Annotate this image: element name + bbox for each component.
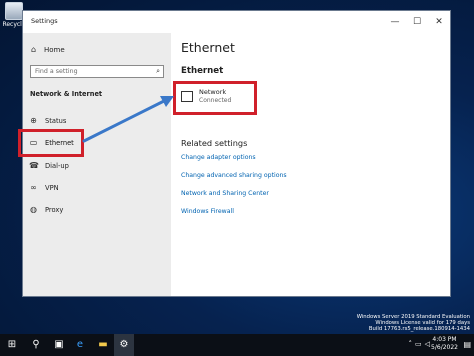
network-tray-icon[interactable]: ▭ <box>415 340 422 348</box>
settings-icon[interactable]: ⚙ <box>114 334 134 356</box>
taskbar: ⊞ ⚲ ▣ e ▬ ⚙ ˄ ▭ ◁ 4:03 PM 5/6/2022 ▤ <box>0 334 474 356</box>
annotation-arrow <box>82 96 174 143</box>
file-explorer-icon[interactable]: ▬ <box>93 334 113 356</box>
start-icon[interactable]: ⊞ <box>2 334 22 356</box>
clock[interactable]: 4:03 PM 5/6/2022 <box>431 336 458 352</box>
clock-time: 4:03 PM <box>432 336 457 343</box>
edge-icon[interactable]: e <box>70 334 90 356</box>
clock-date: 5/6/2022 <box>431 344 458 351</box>
search-taskbar-icon[interactable]: ⚲ <box>26 334 46 356</box>
notification-icon[interactable]: ▤ <box>463 334 471 356</box>
windows-watermark: Windows Server 2019 Standard Evaluation … <box>357 314 470 333</box>
volume-icon[interactable]: ◁ <box>425 340 430 348</box>
task-view-icon[interactable]: ▣ <box>49 334 69 356</box>
watermark-line-3: Build 17763.rs5_release.180914-1434 <box>368 326 470 333</box>
system-tray[interactable]: ˄ ▭ ◁ <box>408 340 430 348</box>
chevron-up-icon[interactable]: ˄ <box>408 340 412 348</box>
